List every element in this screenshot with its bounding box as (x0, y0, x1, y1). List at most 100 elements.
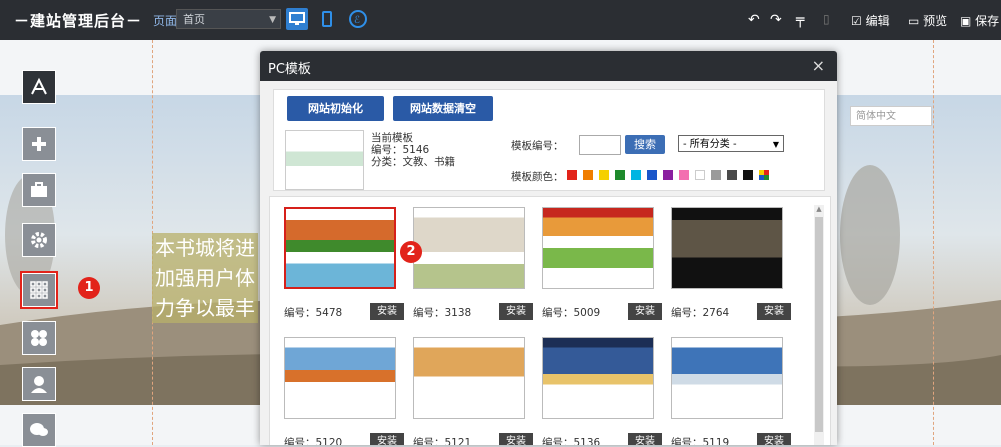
color-swatch[interactable] (615, 170, 625, 180)
mobile-view-icon[interactable] (316, 8, 338, 30)
install-button[interactable]: 安装 (757, 433, 791, 445)
chat-button[interactable] (22, 413, 56, 447)
scrollbar[interactable]: ▲ (814, 205, 824, 445)
layout-button[interactable] (22, 321, 56, 355)
category-select-value: - 所有分类 - (683, 139, 737, 150)
template-thumbnail[interactable] (542, 337, 654, 419)
toolbox-button[interactable] (22, 173, 56, 207)
desktop-view-icon[interactable] (286, 8, 308, 30)
site-init-button[interactable]: 网站初始化 (287, 96, 384, 121)
app-title: －建站管理后台－ (14, 12, 143, 30)
color-swatch[interactable] (727, 170, 737, 180)
save-button[interactable]: ▣ 保存 (960, 12, 999, 29)
language-select[interactable]: 简体中文 (850, 106, 932, 126)
step-badge-1: 1 (78, 277, 100, 299)
template-thumbnail[interactable] (284, 337, 396, 419)
template-number: 编号：5478 (284, 307, 343, 319)
color-swatch[interactable] (583, 170, 593, 180)
search-button[interactable]: 搜索 (625, 135, 665, 154)
template-number: 编号：5119 (671, 437, 730, 445)
template-thumbnail[interactable] (671, 337, 783, 419)
install-button[interactable]: 安装 (757, 303, 791, 320)
hero-line-2: 加强用户体 (152, 263, 258, 293)
color-swatch[interactable] (759, 170, 769, 180)
settings-button[interactable] (22, 223, 56, 257)
page-label: 页面 (153, 14, 178, 28)
close-icon[interactable]: × (812, 56, 825, 75)
add-module-button[interactable] (22, 127, 56, 161)
dialog-title: PC模板 (268, 62, 311, 77)
color-swatch[interactable] (711, 170, 721, 180)
color-swatch[interactable] (631, 170, 641, 180)
chat-icon (30, 423, 48, 436)
pc-template-dialog: PC模板 × 网站初始化 网站数据清空 当前模板 编号：5146 分类：文教、书… (260, 51, 837, 445)
edit-label: 编辑 (865, 14, 890, 28)
page-select-value: 首页 (183, 13, 205, 26)
color-swatch[interactable] (695, 170, 705, 180)
template-color-label: 模板颜色： (511, 171, 564, 183)
current-template-info: 当前模板 编号：5146 分类：文教、书籍 (371, 132, 455, 168)
member-button[interactable] (22, 367, 56, 401)
install-button[interactable]: 安装 (628, 303, 662, 320)
svg-text:ℰ: ℰ (354, 15, 360, 26)
install-button[interactable]: 安装 (628, 433, 662, 445)
redo-icon[interactable]: ↷ (770, 12, 782, 28)
edit-icon: ☑ (851, 14, 862, 28)
scrollbar-thumb[interactable] (815, 217, 823, 432)
top-toolbar: －建站管理后台－ 页面 首页 ▼ ℰ ↶ ↷ ╤ ▯ ☑ 编辑 ▭ 预览 ▣ 保… (0, 0, 1001, 40)
save-label: 保存 (975, 14, 1000, 28)
install-button[interactable]: 安装 (370, 433, 404, 445)
toolbox-icon (31, 182, 47, 197)
design-tool-button[interactable] (22, 70, 56, 104)
current-template-thumbnail (285, 130, 364, 190)
install-button[interactable]: 安装 (370, 303, 404, 320)
template-number: 编号：5009 (542, 307, 601, 319)
template-number-input[interactable] (579, 135, 621, 155)
template-number: 编号：5121 (413, 437, 472, 445)
edit-button[interactable]: ☑ 编辑 (851, 12, 890, 29)
template-number: 编号：5136 (542, 437, 601, 445)
gear-icon (31, 232, 47, 248)
save-icon: ▣ (960, 14, 972, 28)
user-icon (31, 376, 47, 393)
undo-icon[interactable]: ↶ (748, 12, 760, 28)
pin-icon[interactable]: ╤ (796, 12, 804, 28)
template-thumbnail[interactable] (284, 207, 396, 289)
clover-icon (31, 330, 47, 346)
category-select[interactable]: - 所有分类 - ▼ (678, 135, 784, 152)
clear-data-button[interactable]: 网站数据清空 (393, 96, 493, 121)
template-thumbnail[interactable] (671, 207, 783, 289)
color-swatch[interactable] (663, 170, 673, 180)
hero-line-3: 力争以最丰 (152, 293, 258, 323)
scroll-up-icon[interactable]: ▲ (814, 205, 824, 213)
template-thumbnail[interactable] (542, 207, 654, 289)
current-template-number: 编号：5146 (371, 144, 430, 156)
template-thumbnail[interactable] (413, 207, 525, 289)
template-number: 编号：2764 (671, 307, 730, 319)
language-value: 简体中文 (856, 111, 896, 122)
page-select[interactable]: 首页 ▼ (176, 9, 281, 29)
color-swatch[interactable] (679, 170, 689, 180)
color-swatch[interactable] (647, 170, 657, 180)
hero-text[interactable]: 本书城将进 加强用户体 力争以最丰 (152, 233, 258, 323)
template-thumbnail[interactable] (413, 337, 525, 419)
color-swatch[interactable] (599, 170, 609, 180)
current-template-panel: 网站初始化 网站数据清空 当前模板 编号：5146 分类：文教、书籍 模板编号：… (273, 89, 825, 191)
chevron-down-icon: ▼ (772, 140, 779, 149)
template-number-label: 模板编号： (511, 140, 564, 152)
grid-apps-icon (30, 281, 48, 299)
preview-label: 预览 (923, 14, 948, 28)
brand-logo-icon[interactable]: ℰ (347, 8, 369, 30)
template-number: 编号：5120 (284, 437, 343, 445)
template-button[interactable] (20, 271, 58, 309)
guide-line-right (933, 40, 934, 445)
color-swatch[interactable] (743, 170, 753, 180)
install-button[interactable]: 安装 (499, 433, 533, 445)
compass-icon (31, 77, 47, 95)
monitor-icon: ▭ (908, 14, 920, 28)
install-button[interactable]: 安装 (499, 303, 533, 320)
grid-icon[interactable]: ▯ (823, 12, 830, 26)
preview-button[interactable]: ▭ 预览 (908, 12, 947, 29)
plus-icon (32, 137, 46, 151)
color-swatch[interactable] (567, 170, 577, 180)
